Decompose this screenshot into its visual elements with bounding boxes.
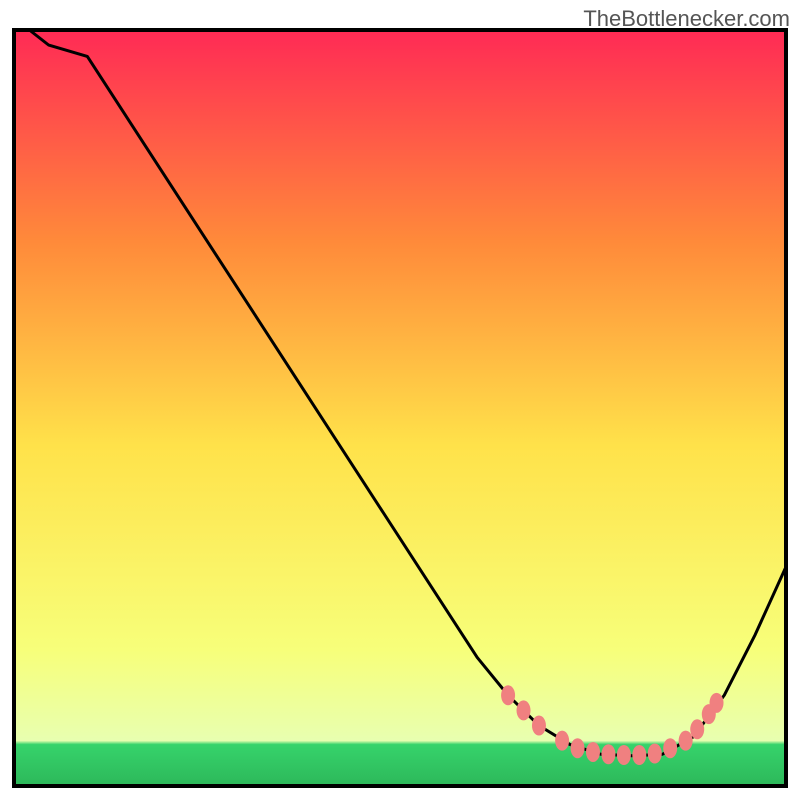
marker-point bbox=[517, 700, 531, 720]
marker-point bbox=[632, 745, 646, 765]
marker-point bbox=[555, 731, 569, 751]
plot-area bbox=[14, 30, 786, 786]
bottleneck-chart bbox=[0, 0, 800, 800]
marker-point bbox=[648, 743, 662, 763]
marker-point bbox=[663, 738, 677, 758]
marker-point bbox=[710, 693, 724, 713]
marker-point bbox=[679, 731, 693, 751]
marker-point bbox=[617, 745, 631, 765]
marker-point bbox=[690, 719, 704, 739]
marker-point bbox=[571, 738, 585, 758]
gradient-background bbox=[14, 30, 786, 786]
marker-point bbox=[586, 742, 600, 762]
marker-point bbox=[501, 685, 515, 705]
chart-container: TheBottlenecker.com bbox=[0, 0, 800, 800]
watermark-text: TheBottlenecker.com bbox=[583, 6, 790, 32]
marker-point bbox=[532, 716, 546, 736]
marker-point bbox=[601, 744, 615, 764]
